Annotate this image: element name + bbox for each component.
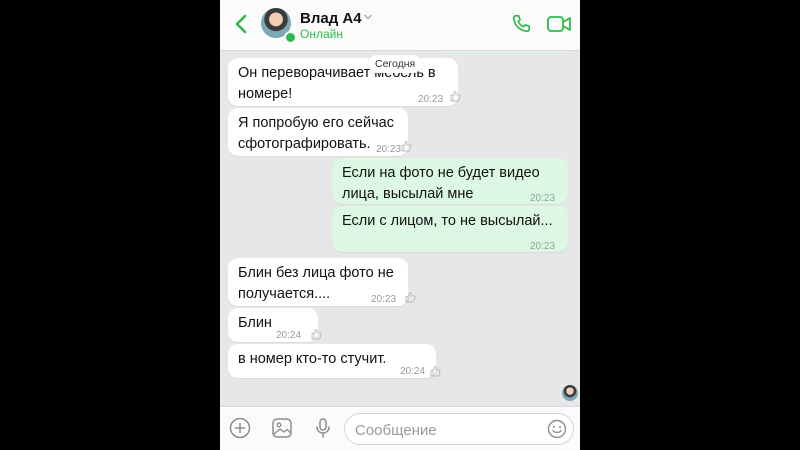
contact-name[interactable]: Влад А4 — [300, 10, 362, 27]
message-time: 20:23 — [418, 94, 444, 105]
message-bubble-incoming[interactable]: Блин без лица фото не получается.... 20:… — [228, 258, 408, 306]
microphone-icon[interactable] — [312, 417, 334, 439]
like-icon[interactable] — [400, 140, 412, 152]
message-bubble-incoming[interactable]: в номер кто-то стучит. 20:24 — [228, 344, 436, 378]
message-bubble-incoming[interactable]: Блин 20:24 — [228, 308, 318, 342]
like-icon[interactable] — [310, 328, 322, 340]
chevron-down-icon[interactable] — [363, 12, 373, 22]
emoji-icon[interactable] — [547, 419, 567, 439]
message-line: сфотографировать. — [238, 136, 371, 152]
online-indicator — [284, 31, 297, 44]
video-camera-icon[interactable] — [547, 14, 571, 34]
message-bubble-incoming[interactable]: Я попробую его сейчас сфотографировать. … — [228, 108, 408, 156]
contact-status: Онлайн — [300, 27, 343, 41]
message-time: 20:23 — [530, 241, 556, 252]
message-bubble-outgoing[interactable]: Если на фото не будет видео лица, высыла… — [332, 158, 568, 204]
message-time: 20:23 — [371, 294, 397, 305]
message-line: Если с лицом, то не высылай... — [342, 213, 553, 229]
message-line: Я попробую его сейчас — [238, 115, 394, 131]
message-line: в номер кто-то стучит. — [238, 351, 387, 367]
message-field[interactable] — [344, 413, 574, 446]
back-icon[interactable] — [230, 12, 254, 36]
like-icon[interactable] — [404, 291, 416, 303]
like-icon[interactable] — [429, 365, 441, 377]
message-bubble-outgoing[interactable]: Если с лицом, то не высылай... 20:23 — [332, 206, 568, 252]
message-time: 20:24 — [400, 366, 426, 377]
image-icon[interactable] — [271, 417, 293, 439]
date-separator: Сегодня — [368, 55, 423, 73]
message-line: Если на фото не будет видео — [342, 165, 540, 181]
plus-icon[interactable] — [229, 417, 251, 439]
chat-header: Влад А4 Онлайн — [220, 0, 580, 51]
phone-icon[interactable] — [510, 13, 532, 35]
message-input[interactable] — [353, 414, 547, 446]
message-input-bar — [220, 406, 580, 450]
message-list[interactable]: Он переворачивает мебель в номере! 20:23… — [220, 38, 580, 410]
message-bubble-incoming[interactable]: Он переворачивает мебель в номере! 20:23 — [228, 58, 458, 106]
message-time: 20:23 — [376, 144, 402, 155]
message-line: Блин без лица фото не — [238, 265, 394, 281]
message-line: лица, высылай мне — [342, 186, 474, 202]
read-receipt-avatar — [562, 385, 578, 401]
chat-screen: Влад А4 Онлайн Он переворачивает мебель … — [220, 0, 580, 450]
message-time: 20:24 — [276, 330, 302, 341]
like-icon[interactable] — [449, 90, 461, 102]
message-line: номере! — [238, 86, 293, 102]
